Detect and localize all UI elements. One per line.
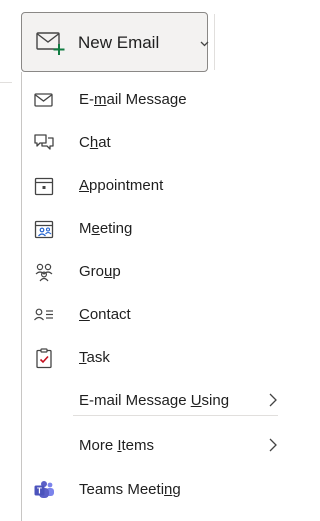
menu-item-label: Teams Meeting — [79, 481, 181, 498]
menu-item-label: More Items — [79, 437, 155, 454]
menu-item-chat[interactable]: Chat — [22, 121, 278, 164]
chat-icon — [34, 134, 54, 150]
menu-separator — [73, 415, 278, 416]
teams-icon: T — [34, 481, 54, 498]
chevron-down-icon[interactable] — [200, 39, 209, 48]
menu-item-teams-meeting[interactable]: T Teams Meeting — [22, 468, 278, 511]
menu-item-label: E-mail Message Using — [79, 392, 230, 409]
menu-item-label: Contact — [79, 306, 131, 323]
menu-item-contact[interactable]: Contact — [22, 293, 278, 336]
menu-item-label: Meeting — [79, 220, 133, 237]
menu-item-group[interactable]: Group — [22, 250, 278, 293]
menu-item-email-message[interactable]: E-mail Message — [22, 78, 278, 121]
menu-item-label: Task — [79, 349, 110, 366]
new-email-label: New Email — [78, 33, 160, 52]
menu-item-label: E-mail Message — [79, 91, 187, 108]
envelope-icon — [34, 93, 53, 107]
menu-item-label: Appointment — [79, 177, 164, 194]
group-icon — [35, 263, 53, 282]
menu-item-appointment[interactable]: Appointment — [22, 164, 278, 207]
menu-item-task[interactable]: Task — [22, 336, 278, 379]
new-email-icon — [36, 32, 65, 55]
menu-item-label: Group — [79, 263, 121, 280]
appointment-icon — [34, 177, 54, 196]
page: New Email E-mail Message Chat Appointmen… — [0, 0, 278, 521]
chevron-right-icon — [269, 438, 277, 452]
menu-item-more-items[interactable]: More Items — [22, 424, 278, 467]
meeting-icon — [34, 220, 54, 239]
svg-text:T: T — [37, 487, 42, 496]
contact-icon — [34, 308, 53, 321]
new-email-dropdown-menu: E-mail Message Chat Appointment Meeting … — [21, 72, 278, 521]
task-icon — [36, 348, 52, 369]
menu-item-label: Chat — [79, 134, 111, 151]
ribbon-divider — [214, 14, 215, 70]
menu-item-meeting[interactable]: Meeting — [22, 207, 278, 250]
chevron-right-icon — [269, 393, 277, 407]
ribbon-separator — [0, 82, 12, 83]
new-email-button[interactable]: New Email — [21, 12, 209, 72]
